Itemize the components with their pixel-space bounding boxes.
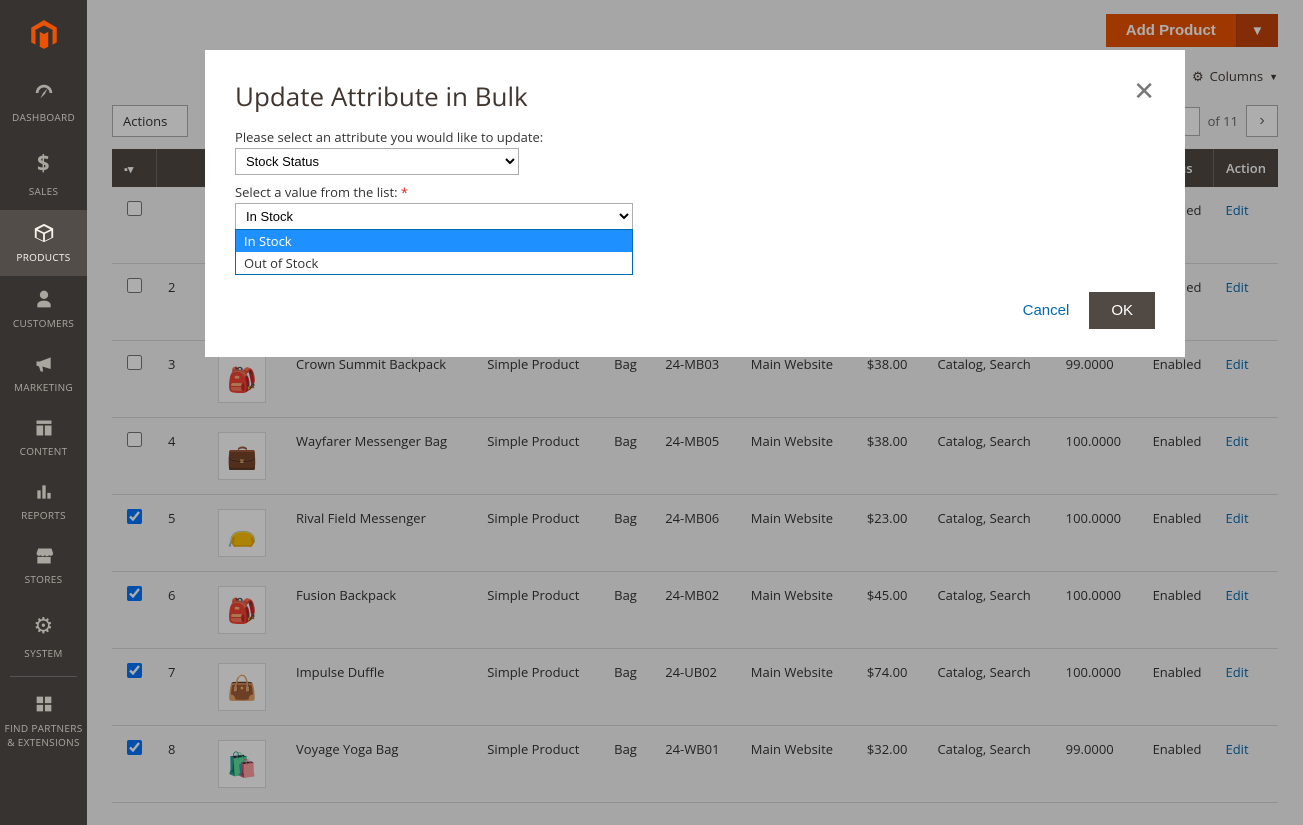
sidebar-item-stores[interactable]: STORES	[0, 534, 87, 598]
dropdown-option-in-stock[interactable]: In Stock	[236, 230, 632, 252]
modal-title: Update Attribute in Bulk	[235, 78, 528, 114]
close-icon: ✕	[1133, 76, 1155, 106]
value-select-label: Select a value from the list: *	[235, 183, 1155, 201]
sidebar-item-marketing[interactable]: MARKETING	[0, 342, 87, 406]
admin-sidebar: DASHBOARD $ SALES PRODUCTS CUSTOMERS MARKETIN…	[0, 0, 87, 825]
sidebar-item-products[interactable]: PRODUCTS	[0, 210, 87, 276]
sidebar-item-customers[interactable]: CUSTOMERS	[0, 276, 87, 342]
sidebar-item-reports[interactable]: REPORTS	[0, 470, 87, 534]
update-attribute-modal: Update Attribute in Bulk ✕ Please select…	[205, 50, 1185, 357]
bars-icon	[34, 482, 54, 502]
sidebar-item-content[interactable]: CONTENT	[0, 406, 87, 470]
sidebar-item-label: FIND PARTNERS & EXTENSIONS	[4, 721, 83, 749]
sidebar-item-label: SYSTEM	[24, 646, 62, 660]
cancel-button[interactable]: Cancel	[1023, 302, 1070, 319]
value-select[interactable]: In Stock	[235, 203, 633, 230]
sidebar-item-sales[interactable]: $ SALES	[0, 136, 87, 210]
sidebar-item-label: STORES	[25, 572, 63, 586]
sidebar-item-label: SALES	[29, 184, 59, 198]
megaphone-icon	[33, 354, 55, 374]
value-label-text: Select a value from the list:	[235, 183, 398, 201]
sidebar-item-find-partners-extensions[interactable]: FIND PARTNERS & EXTENSIONS	[0, 681, 87, 761]
sidebar-item-system[interactable]: ⚙ SYSTEM	[0, 598, 87, 672]
attribute-select[interactable]: Stock Status	[235, 148, 519, 175]
sidebar-item-label: REPORTS	[21, 508, 66, 522]
magento-logo[interactable]	[0, 0, 87, 70]
value-select-dropdown: In Stock Out of Stock	[235, 229, 633, 275]
attribute-select-label: Please select an attribute you would lik…	[235, 128, 1155, 146]
main-content: Add Product ▼ ⚙ Columns ▼ Actions of 11	[87, 0, 1303, 825]
dropdown-option-out-of-stock[interactable]: Out of Stock	[236, 252, 632, 274]
blocks-icon	[33, 693, 55, 715]
sidebar-item-dashboard[interactable]: DASHBOARD	[0, 70, 87, 136]
ok-button[interactable]: OK	[1089, 292, 1155, 329]
required-asterisk: *	[401, 183, 408, 201]
box-icon	[33, 222, 55, 244]
sidebar-item-label: CONTENT	[20, 444, 68, 458]
layout-icon	[34, 418, 54, 438]
sidebar-item-label: CUSTOMERS	[13, 316, 74, 330]
sidebar-item-label: PRODUCTS	[16, 250, 70, 264]
modal-close-button[interactable]: ✕	[1133, 78, 1155, 104]
gear-icon: ⚙	[33, 610, 53, 640]
dashboard-icon	[33, 82, 55, 104]
person-icon	[34, 288, 54, 310]
sidebar-item-label: MARKETING	[14, 380, 73, 394]
store-icon	[33, 546, 55, 566]
dollar-icon: $	[37, 148, 50, 178]
sidebar-item-label: DASHBOARD	[12, 110, 75, 124]
